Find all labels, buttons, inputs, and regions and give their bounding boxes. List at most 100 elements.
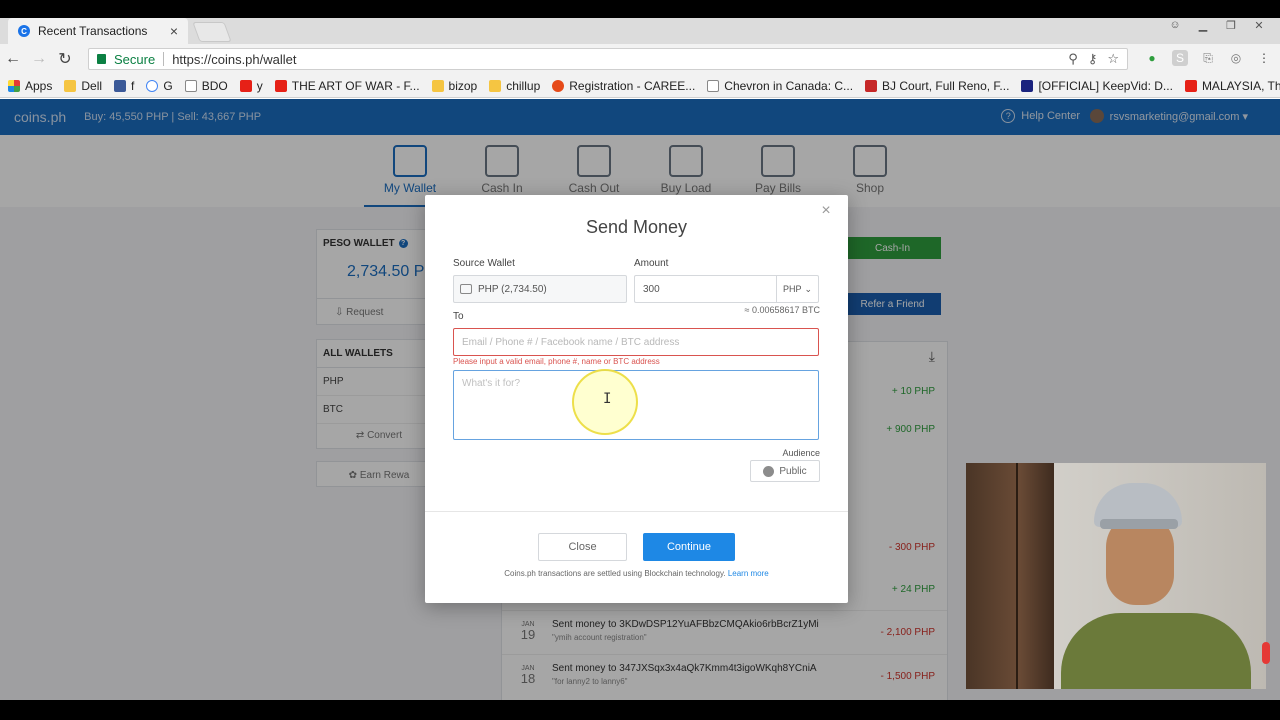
minimize-icon[interactable]: ▁ — [1192, 18, 1214, 32]
bookmark-item[interactable]: bizop — [431, 78, 478, 93]
secure-indicator[interactable]: Secure — [97, 52, 155, 67]
url-text[interactable]: https://coins.ph/wallet — [172, 52, 296, 67]
new-tab-button[interactable] — [192, 22, 232, 42]
yt-icon — [1184, 79, 1197, 92]
amount-input[interactable] — [634, 275, 776, 303]
bookmark-label: G — [163, 78, 173, 93]
bookmark-label: chillup — [506, 78, 541, 93]
bookmark-item[interactable]: G — [146, 78, 173, 93]
bookmark-item[interactable]: Chevron in Canada: C... — [707, 79, 853, 93]
bookmark-item[interactable]: THE ART OF WAR - F... — [274, 78, 420, 93]
address-separator — [163, 52, 165, 66]
yt-icon — [274, 79, 287, 92]
forward-icon[interactable]: → — [26, 46, 52, 72]
globe-icon — [763, 465, 775, 477]
bookmark-label: Dell — [81, 78, 103, 93]
folder-icon — [489, 79, 502, 92]
screen: C Recent Transactions × ☺ ▁ ❐ ✕ ← → ↻ Se… — [0, 0, 1280, 720]
chrome-menu-icon[interactable]: ⋮ — [1256, 50, 1272, 66]
source-wallet-value: PHP (2,734.50) — [478, 283, 547, 295]
tab-title: Recent Transactions — [38, 24, 148, 38]
bookmark-label: f — [131, 78, 135, 93]
bookmark-item[interactable]: Registration - CAREE... — [552, 79, 695, 93]
back-icon[interactable]: ← — [0, 46, 26, 72]
doc-icon — [707, 79, 720, 92]
bookmark-label: THE ART OF WAR - F... — [291, 78, 420, 93]
extension-s-icon[interactable]: S — [1172, 50, 1188, 66]
key-icon[interactable]: ⚷ — [1088, 51, 1098, 67]
learn-more-link[interactable]: Learn more — [728, 569, 769, 578]
bookmark-item[interactable]: y — [239, 78, 263, 93]
send-money-modal: × Send Money Source Wallet PHP (2,734.50… — [425, 195, 848, 603]
folder-icon — [431, 79, 444, 92]
bookmark-item[interactable]: Apps — [8, 79, 52, 93]
bookmark-label: MALAYSIA, The Reser... — [1201, 78, 1280, 93]
webcam-door-seam — [1016, 463, 1018, 689]
webcam-person-cap-brim — [1100, 519, 1178, 529]
letterbox-bottom — [0, 700, 1280, 720]
extension-pdf-icon[interactable]: ⎘ — [1200, 50, 1216, 66]
webcam-door — [966, 463, 1054, 689]
recipient-error: Please input a valid email, phone #, nam… — [453, 357, 660, 366]
reload-icon[interactable]: ↻ — [52, 46, 78, 72]
yt-icon — [239, 79, 252, 92]
lock-icon — [97, 54, 106, 64]
source-wallet-label: Source Wallet — [453, 258, 515, 269]
message-textarea[interactable] — [453, 370, 819, 440]
bookmark-item[interactable]: f — [114, 79, 134, 93]
audience-select[interactable]: Public — [750, 460, 820, 482]
kv-icon — [1021, 79, 1034, 92]
extension-icons: ● S ⎘ ◎ ⋮ — [1144, 50, 1272, 66]
wallet-icon — [460, 284, 472, 294]
bookmark-item[interactable]: chillup — [489, 79, 540, 93]
audience-label: Audience — [782, 448, 820, 458]
red-marker — [1262, 642, 1270, 664]
webcam-overlay — [966, 463, 1266, 689]
browser-tab[interactable]: C Recent Transactions × — [8, 18, 188, 44]
bookmark-item[interactable]: BDO — [184, 78, 228, 93]
window-controls: ☺ ▁ ❐ ✕ — [1164, 18, 1270, 32]
bookmark-item[interactable]: BJ Court, Full Reno, F... — [865, 79, 1009, 93]
browser-toolbar: ← → ↻ Secure https://coins.ph/wallet ⚲ ⚷… — [0, 44, 1280, 74]
tab-close-icon[interactable]: × — [170, 23, 178, 39]
bookmark-label: [OFFICIAL] KeepVid: D... — [1038, 78, 1173, 93]
window-close-icon[interactable]: ✕ — [1248, 18, 1270, 32]
address-bar[interactable]: Secure https://coins.ph/wallet ⚲ ⚷ ☆ — [88, 48, 1128, 70]
webcam-person-body — [1061, 613, 1251, 689]
continue-button[interactable]: Continue — [643, 533, 735, 561]
zoom-icon[interactable]: ⚲ — [1068, 51, 1078, 67]
bookmark-label: Chevron in Canada: C... — [724, 78, 854, 93]
audience-value: Public — [779, 465, 807, 477]
bookmark-item[interactable]: [OFFICIAL] KeepVid: D... — [1021, 79, 1173, 93]
doc-icon — [184, 79, 197, 92]
recipient-input[interactable] — [453, 328, 819, 356]
apps-icon — [8, 79, 20, 92]
star-icon[interactable]: ☆ — [1107, 51, 1119, 67]
coins-favicon-icon: C — [18, 25, 30, 37]
bookmark-label: bizop — [448, 78, 478, 93]
currency-value: PHP — [782, 284, 802, 294]
modal-title: Send Money — [585, 217, 688, 237]
close-button[interactable]: Close — [538, 533, 627, 561]
blockchain-footnote: Coins.ph transactions are settled using … — [504, 569, 769, 578]
bookmark-label: BDO — [201, 78, 228, 93]
amount-label: Amount — [634, 258, 669, 269]
chevron-down-icon: ⌄ — [804, 283, 813, 294]
bookmark-label: BJ Court, Full Reno, F... — [882, 78, 1010, 93]
bookmark-item[interactable]: Dell — [64, 79, 102, 93]
bookmark-item[interactable]: MALAYSIA, The Reser... — [1184, 78, 1280, 93]
currency-select[interactable]: PHP ⌄ — [776, 275, 819, 303]
bookmark-label: y — [256, 78, 263, 93]
maximize-icon[interactable]: ❐ — [1220, 18, 1242, 32]
reg-icon — [552, 79, 565, 92]
bookmark-label: Registration - CAREE... — [569, 78, 696, 93]
extension-green-icon[interactable]: ● — [1144, 50, 1160, 66]
fb-icon — [114, 79, 127, 92]
source-wallet-select[interactable]: PHP (2,734.50) — [453, 275, 627, 303]
omnibox-actions: ⚲ ⚷ ☆ — [1068, 51, 1119, 67]
m-icon — [865, 79, 878, 92]
extension-dots-icon[interactable]: ◎ — [1228, 50, 1244, 66]
g-icon — [146, 79, 159, 92]
btc-conversion: ≈ 0.00658617 BTC — [744, 305, 821, 315]
profile-icon[interactable]: ☺ — [1164, 18, 1186, 32]
